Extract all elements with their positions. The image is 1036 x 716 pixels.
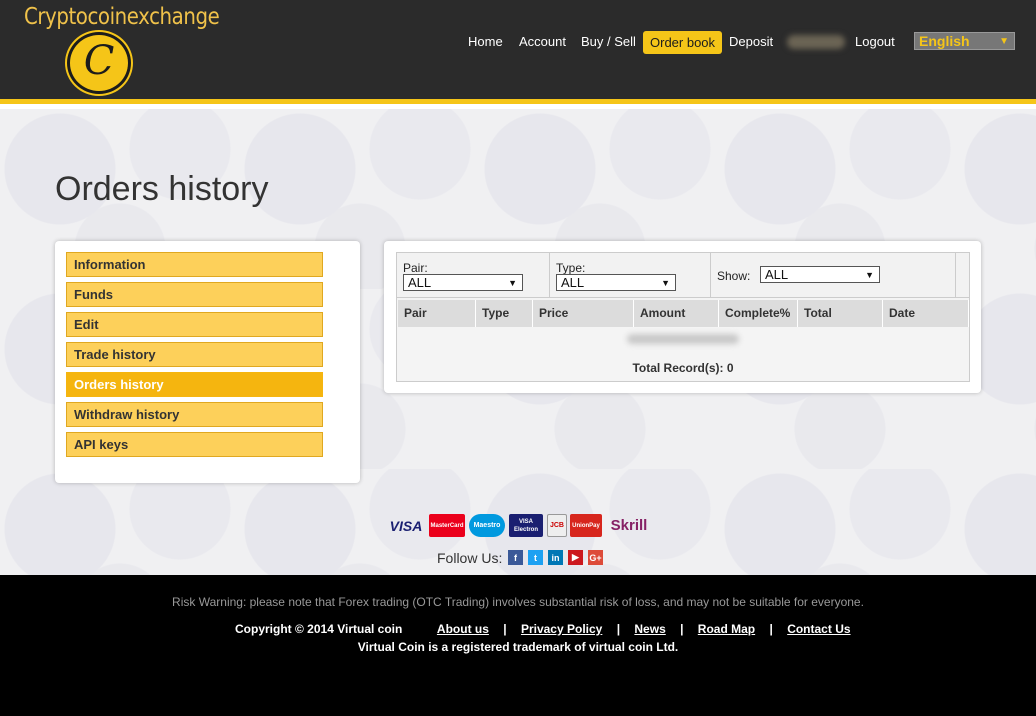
show-select[interactable]: ALL ▼ — [760, 266, 880, 283]
sidebar-item-api-keys[interactable]: API keys — [66, 432, 323, 457]
footer-link-news[interactable]: News — [634, 622, 665, 636]
skrill-icon: Skrill — [610, 517, 648, 534]
sidebar-item-trade-history[interactable]: Trade history — [66, 342, 323, 367]
brand-name[interactable]: Cryptocoinexchange — [24, 4, 220, 30]
table-header: Pair Type Price Amount Complete% Total D… — [398, 300, 969, 327]
footer-link-about-us[interactable]: About us — [437, 622, 489, 636]
google-plus-icon[interactable]: G+ — [588, 550, 603, 565]
sidebar-item-information[interactable]: Information — [66, 252, 323, 277]
type-filter-label: Type: — [556, 261, 586, 275]
copyright: Copyright © 2014 Virtual coin — [235, 622, 403, 636]
column-header-complete[interactable]: Complete% — [719, 300, 798, 327]
footer-link-privacy-policy[interactable]: Privacy Policy — [521, 622, 602, 636]
column-header-total[interactable]: Total — [798, 300, 883, 327]
logo-icon[interactable]: C — [67, 32, 131, 94]
pair-select-value: ALL — [408, 275, 432, 290]
maestro-icon: Maestro — [469, 514, 505, 537]
facebook-icon[interactable]: f — [508, 550, 523, 565]
orders-panel: Pair: ALL ▼ Type: ALL ▼ Show: ALL ▼ Pair… — [384, 241, 981, 393]
follow-us-label: Follow Us: — [437, 550, 503, 566]
chevron-down-icon: ▼ — [865, 270, 874, 280]
youtube-icon[interactable]: ▶ — [568, 550, 583, 565]
page-title: Orders history — [55, 170, 269, 208]
logo-letter: C — [83, 38, 115, 84]
sidebar-item-funds[interactable]: Funds — [66, 282, 323, 307]
column-header-type[interactable]: Type — [476, 300, 533, 327]
footer: Risk Warning: please note that Forex tra… — [0, 575, 1036, 716]
nav-deposit[interactable]: Deposit — [729, 34, 773, 49]
pair-filter-label: Pair: — [403, 261, 428, 275]
footer-links: Copyright © 2014 Virtual coin About us |… — [235, 622, 851, 636]
type-select-value: ALL — [561, 275, 585, 290]
unionpay-icon: UnionPay — [570, 514, 602, 537]
pair-filter: Pair: ALL ▼ — [397, 253, 550, 297]
trademark-notice: Virtual Coin is a registered trademark o… — [357, 640, 679, 654]
mastercard-icon: MasterCard — [429, 514, 465, 537]
column-header-amount[interactable]: Amount — [634, 300, 719, 327]
orders-table: Pair Type Price Amount Complete% Total D… — [396, 298, 970, 382]
jcb-icon: JCB — [547, 514, 567, 537]
linkedin-icon[interactable]: in — [548, 550, 563, 565]
show-filter: Show: ALL ▼ — [711, 253, 956, 297]
chevron-down-icon: ▼ — [508, 278, 517, 288]
username-blurred[interactable] — [787, 35, 845, 49]
sidebar-item-orders-history[interactable]: Orders history — [66, 372, 323, 397]
visa-electron-icon: VISA Electron — [509, 514, 543, 537]
footer-link-road-map[interactable]: Road Map — [698, 622, 755, 636]
nav-logout[interactable]: Logout — [855, 34, 895, 49]
type-select[interactable]: ALL ▼ — [556, 274, 676, 291]
account-sidebar: Information Funds Edit Trade history Ord… — [55, 241, 360, 483]
footer-link-contact-us[interactable]: Contact Us — [787, 622, 850, 636]
nav-buy-sell[interactable]: Buy / Sell — [581, 34, 636, 49]
nav-account[interactable]: Account — [519, 34, 566, 49]
sidebar-item-edit[interactable]: Edit — [66, 312, 323, 337]
language-value: English — [919, 33, 970, 49]
show-filter-label: Show: — [717, 269, 751, 283]
language-select[interactable]: English ▼ — [914, 32, 1015, 50]
empty-message-blurred — [627, 334, 739, 344]
risk-warning: Risk Warning: please note that Forex tra… — [172, 595, 864, 609]
type-filter: Type: ALL ▼ — [550, 253, 711, 297]
column-header-date[interactable]: Date — [883, 300, 969, 327]
filter-bar: Pair: ALL ▼ Type: ALL ▼ Show: ALL ▼ — [396, 252, 970, 298]
visa-icon: VISA — [389, 517, 423, 534]
chevron-down-icon: ▼ — [999, 36, 1009, 47]
show-select-value: ALL — [765, 267, 789, 282]
nav-order-book[interactable]: Order book — [643, 31, 723, 54]
twitter-icon[interactable]: t — [528, 550, 543, 565]
chevron-down-icon: ▼ — [661, 278, 670, 288]
total-records: Total Record(s): 0 — [632, 361, 734, 375]
column-header-price[interactable]: Price — [533, 300, 634, 327]
sidebar-item-withdraw-history[interactable]: Withdraw history — [66, 402, 323, 427]
pair-select[interactable]: ALL ▼ — [403, 274, 523, 291]
header: Cryptocoinexchange C Home Account Buy / … — [0, 0, 1036, 104]
column-header-pair[interactable]: Pair — [398, 300, 476, 327]
nav-home[interactable]: Home — [468, 34, 503, 49]
